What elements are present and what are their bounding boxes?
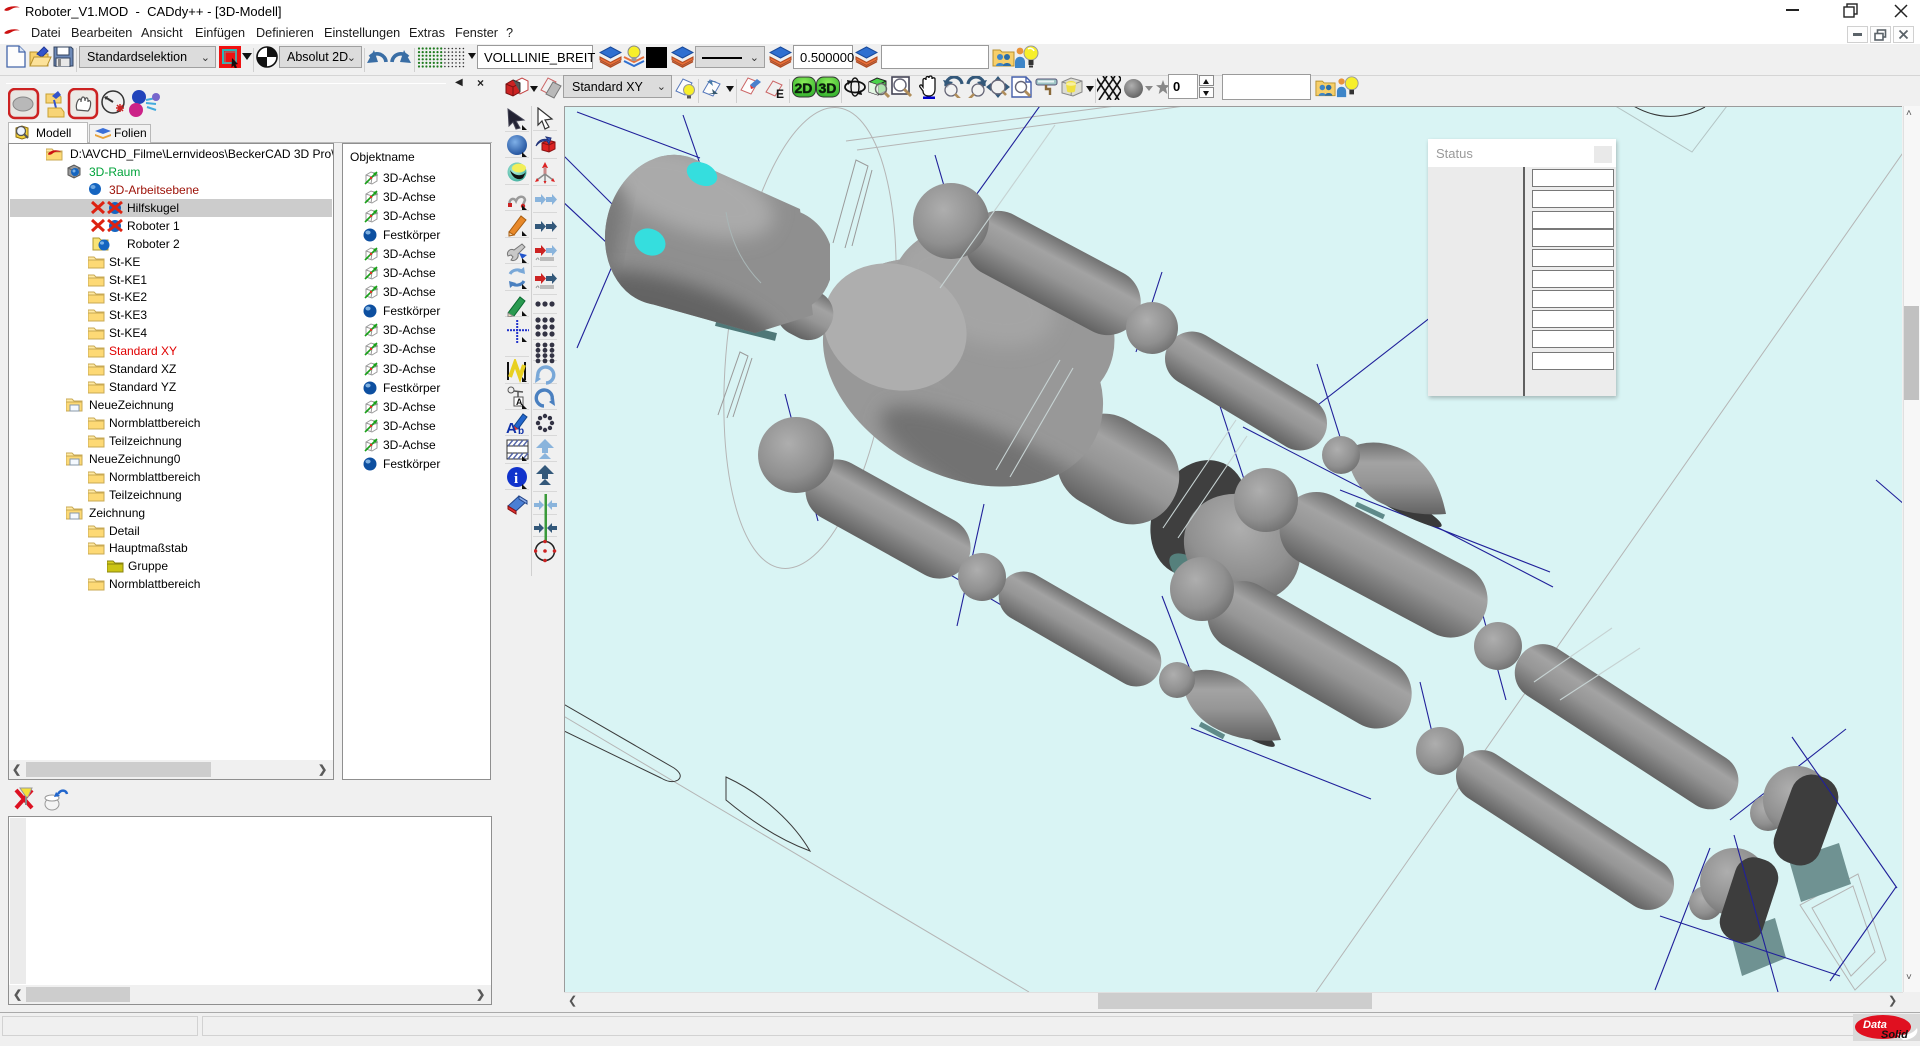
svg-text:A: A <box>516 397 523 407</box>
svg-text:3D: 3D <box>819 80 837 96</box>
svg-text:b: b <box>518 426 524 436</box>
svg-text:Solid: Solid <box>1881 1029 1908 1041</box>
svg-text:2D: 2D <box>795 80 813 96</box>
svg-text:E: E <box>776 87 784 100</box>
svg-text:i: i <box>514 471 518 487</box>
svg-text:A: A <box>506 420 517 436</box>
